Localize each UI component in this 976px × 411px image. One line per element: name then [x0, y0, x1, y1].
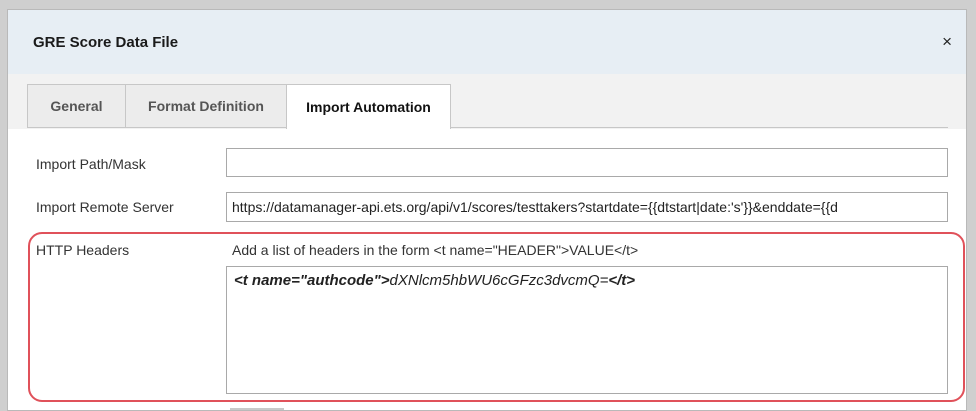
header-open-tag: <t name="authcode"> [234, 272, 390, 289]
tab-general[interactable]: General [27, 84, 126, 127]
dialog-window: GRE Score Data File × General Format Def… [7, 9, 967, 411]
http-headers-label: HTTP Headers [36, 242, 130, 258]
remote-server-input[interactable]: https://datamanager-api.ets.org/api/v1/s… [226, 192, 948, 222]
dialog-titlebar: GRE Score Data File × [8, 10, 966, 74]
tab-format-definition[interactable]: Format Definition [125, 84, 287, 127]
header-close-tag: </t> [608, 272, 636, 289]
tab-import-automation[interactable]: Import Automation [286, 84, 451, 129]
dialog-title: GRE Score Data File [33, 34, 179, 51]
import-path-label: Import Path/Mask [36, 156, 146, 172]
http-headers-hint: Add a list of headers in the form <t nam… [232, 242, 639, 258]
http-headers-textarea[interactable]: <t name="authcode">dXNlcm5hbWU6cGFzc3dvc… [226, 266, 948, 394]
tab-divider [27, 127, 948, 128]
header-value-text: dXNlcm5hbWU6cGFzc3dvcmQ= [389, 272, 609, 289]
import-path-input[interactable] [226, 148, 948, 177]
remote-server-label: Import Remote Server [36, 199, 174, 215]
close-icon[interactable]: × [942, 32, 952, 52]
